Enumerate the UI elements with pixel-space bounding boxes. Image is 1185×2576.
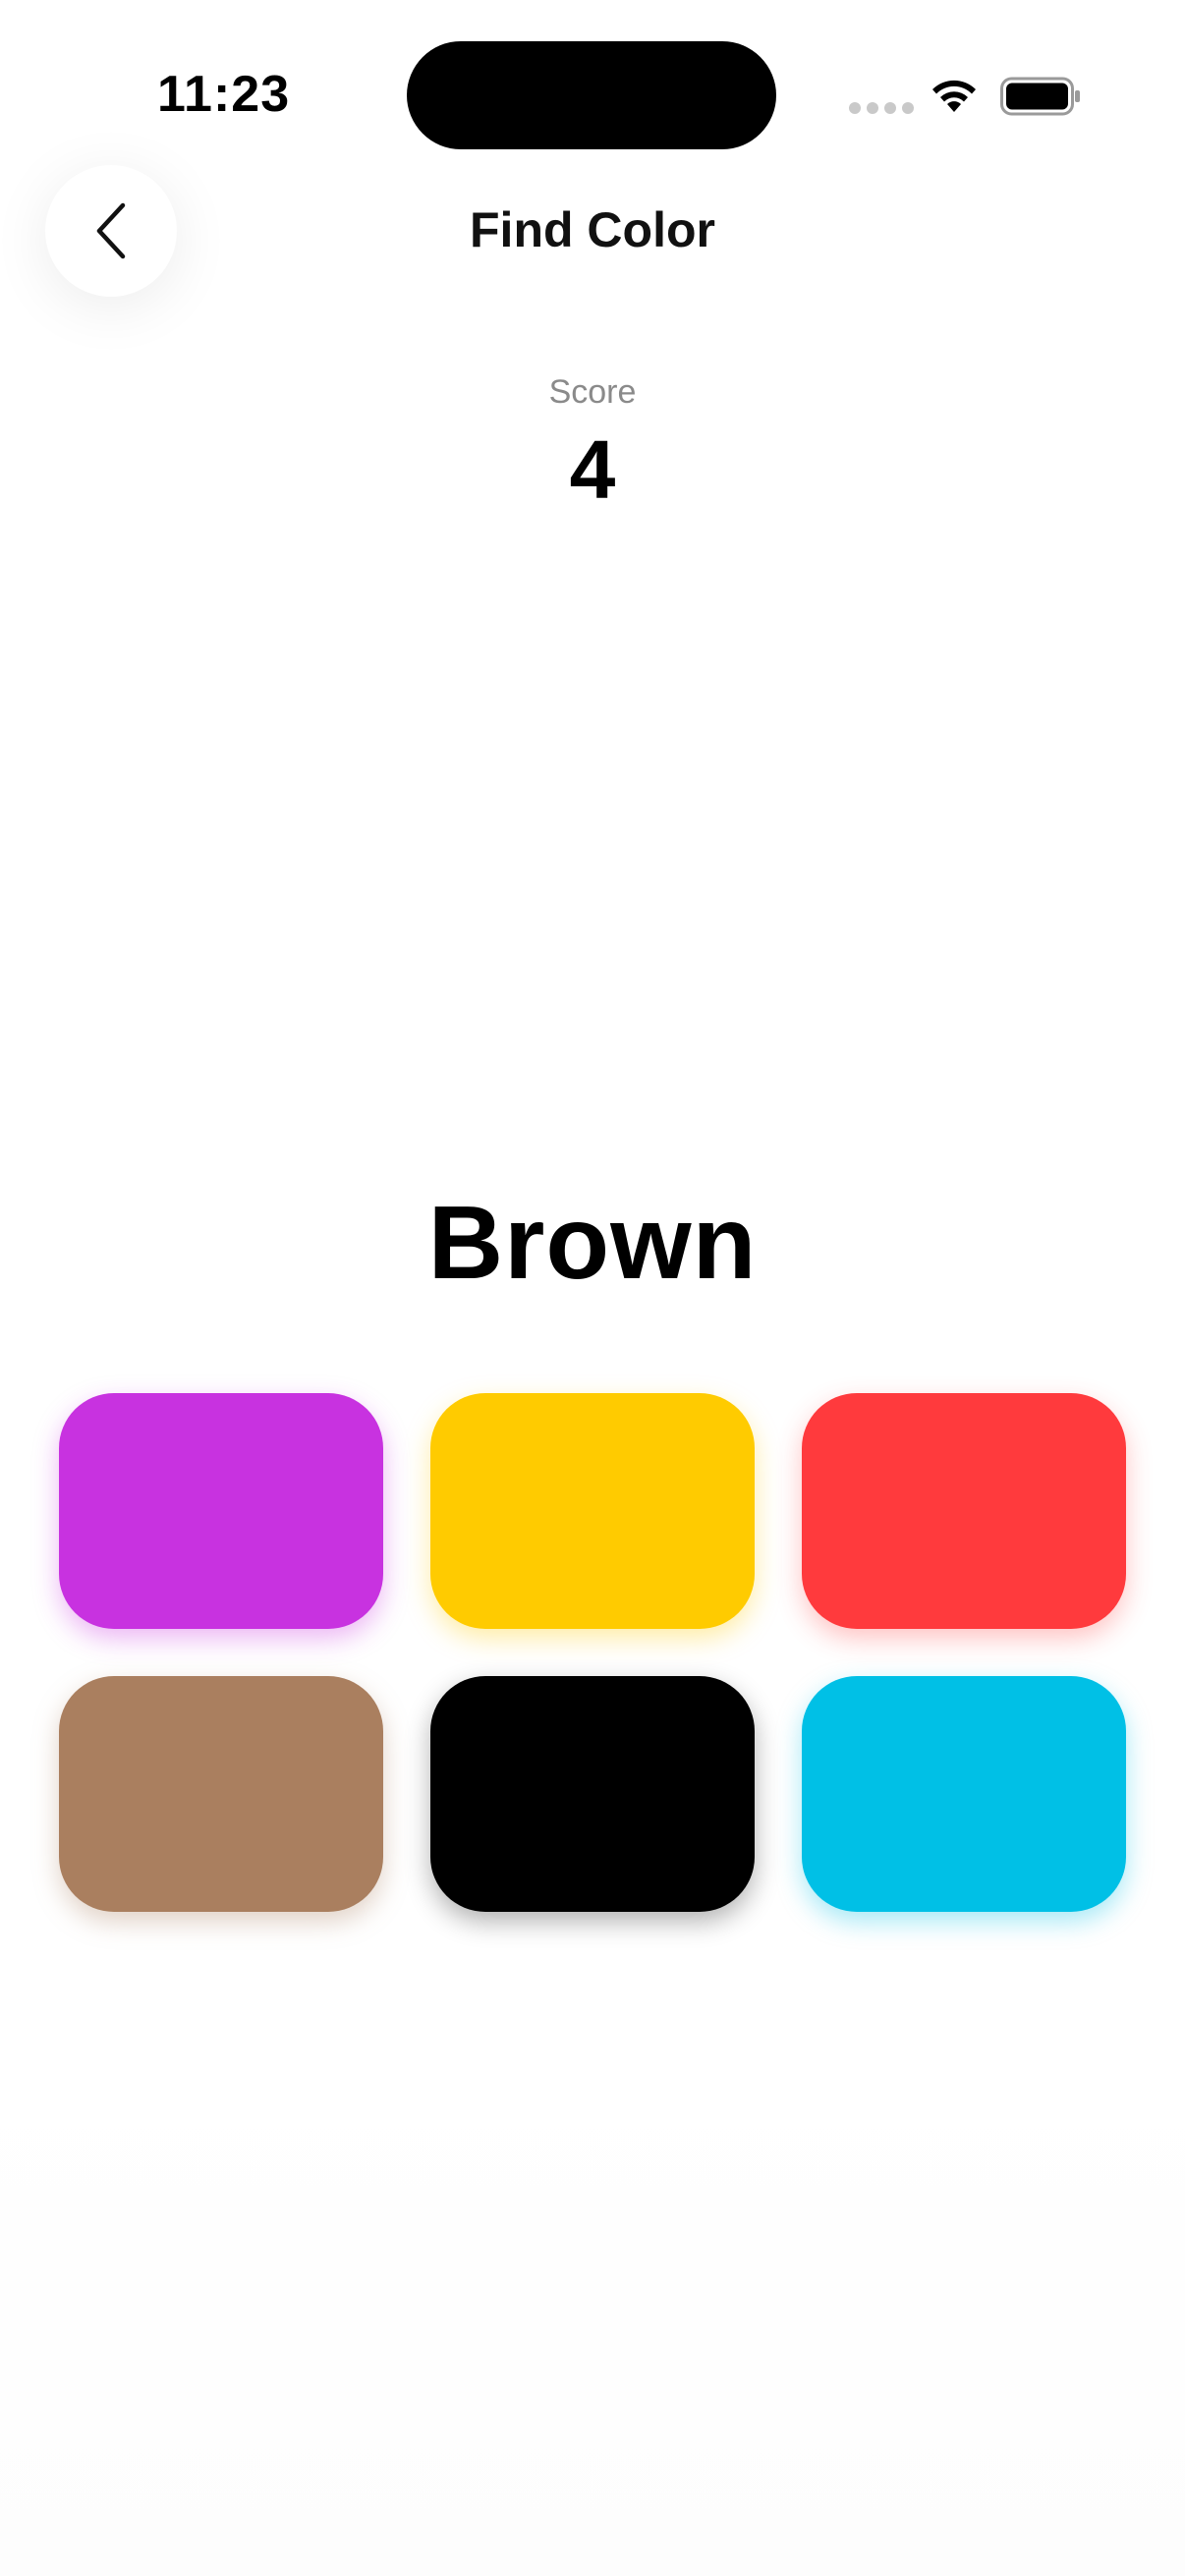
score-label: Score bbox=[548, 373, 637, 411]
score-value: 4 bbox=[569, 423, 616, 516]
color-tile-purple[interactable] bbox=[59, 1393, 383, 1629]
page-title: Find Color bbox=[470, 202, 715, 257]
color-tile-brown[interactable] bbox=[59, 1676, 383, 1912]
color-grid bbox=[59, 1393, 1126, 1912]
battery-icon bbox=[1000, 77, 1080, 116]
color-tile-yellow[interactable] bbox=[430, 1393, 755, 1629]
target-color-name: Brown bbox=[427, 1185, 758, 1301]
dynamic-island bbox=[407, 41, 776, 149]
wifi-icon bbox=[932, 80, 976, 112]
color-tile-black[interactable] bbox=[430, 1676, 755, 1912]
color-tile-red[interactable] bbox=[802, 1393, 1126, 1629]
color-tile-cyan[interactable] bbox=[802, 1676, 1126, 1912]
status-time: 11:23 bbox=[157, 66, 291, 123]
cellular-signal-icon bbox=[849, 102, 914, 114]
